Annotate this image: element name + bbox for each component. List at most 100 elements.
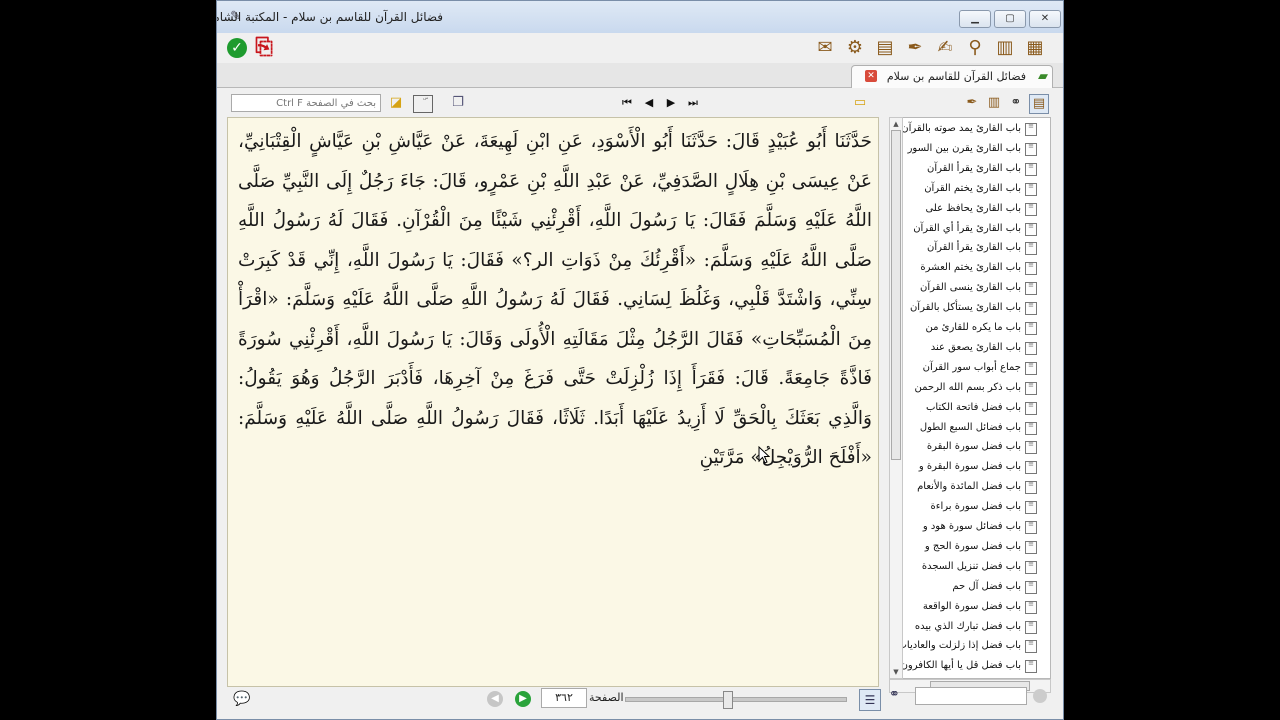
toc-item[interactable]: ≡ باب فضائل السبع الطول (903, 419, 1049, 439)
scroll-down-icon[interactable]: ▼ (890, 666, 902, 678)
toc-item[interactable]: ≡ باب القارئ يختم العشرة (903, 259, 1049, 279)
toc-item-label: باب فضل إذا زلزلت والعاديات (903, 640, 1021, 652)
gear-icon[interactable]: ⚙ (843, 36, 867, 60)
tab-close-icon[interactable]: ✕ (865, 70, 877, 82)
toc-item[interactable]: ≡ باب فضائل سورة هود و (903, 518, 1049, 538)
toc-item-label: باب فضل سورة البقرة (926, 441, 1021, 453)
toc-item-label: باب فضل قل يا أيها الكافرون (903, 660, 1021, 672)
back-button[interactable]: ◀ (487, 691, 503, 707)
document-icon: ≡ (1025, 202, 1037, 216)
toc-item[interactable]: ≡ باب فضل سورة الحج و (903, 538, 1049, 558)
page-slider[interactable] (625, 691, 847, 709)
toc-item[interactable]: ≡ باب فضل تنزيل السجدة (903, 558, 1049, 578)
status-bar: 💬 ◀ ▶ ٣٦٢ الصفحة ☰ (225, 687, 885, 717)
mail-icon[interactable]: ✉ (813, 36, 837, 60)
scroll-thumb[interactable] (891, 130, 901, 460)
open-book-icon[interactable]: ▥ (993, 36, 1017, 60)
quill-icon[interactable]: ✒ (963, 94, 981, 112)
document-icon: ≡ (1025, 123, 1037, 136)
tree-scrollbar[interactable]: ▲ ▼ (889, 117, 903, 679)
toc-item[interactable]: ≡ جماع أبواب سور القرآن (903, 359, 1049, 379)
next-page-icon[interactable]: ▶ (663, 95, 679, 111)
toc-item[interactable]: ≡ باب فضل سورة البقرة (903, 438, 1049, 458)
library-icon[interactable]: ▥ (985, 94, 1003, 112)
toc-item[interactable]: ≡ باب ذكر بسم الله الرحمن (903, 379, 1049, 399)
page-search-input[interactable]: بحث في الصفحة Ctrl F (231, 94, 381, 112)
toc-item[interactable]: ≡ باب فضل المائدة والأنعام (903, 478, 1049, 498)
toc-item[interactable]: ≡ باب القارئ يقرأ أي القرآن (903, 220, 1049, 240)
page-number-field[interactable]: ٣٦٢ (541, 688, 587, 708)
toc-item-label: باب فضل سورة البقرة و (918, 461, 1021, 473)
maximize-button[interactable]: ▢ (994, 10, 1026, 28)
document-icon: ≡ (1025, 262, 1037, 276)
scroll-up-icon[interactable]: ▲ (890, 118, 902, 130)
toc-item[interactable]: ≡ باب القارئ يحافظ على (903, 200, 1049, 220)
toc-search-input[interactable] (915, 687, 1027, 705)
document-icon: ≡ (1025, 580, 1037, 594)
document-icon: ≡ (1025, 461, 1037, 475)
toc-item[interactable]: ≡ باب القارئ يختم القرآن (903, 180, 1049, 200)
toc-item-label: باب القارئ يختم القرآن (924, 182, 1021, 194)
document-icon: ≡ (1025, 421, 1037, 435)
toc-item[interactable]: ≡ باب فضل سورة الواقعة (903, 598, 1049, 618)
copy-icon[interactable]: ❐ (449, 94, 467, 112)
mouse-cursor-icon (758, 446, 770, 464)
search-icon[interactable]: ⚲ (963, 36, 987, 60)
list-view-icon[interactable]: ☰ (859, 689, 881, 711)
forward-button[interactable]: ▶ (515, 691, 531, 707)
toc-item[interactable]: ≡ باب القارئ يصعق عند (903, 339, 1049, 359)
toc-item[interactable]: ≡ باب فضل تبارك الذي بيده (903, 618, 1049, 638)
toc-item[interactable]: ≡ باب ما يكره للقارئ من (903, 319, 1049, 339)
tree-view-icon[interactable]: ▤ (1029, 94, 1049, 114)
toc-item-label: باب فضائل السبع الطول (919, 421, 1021, 433)
check-icon[interactable]: ✓ (227, 38, 247, 58)
toc-item[interactable]: ≡ باب القارئ يقرن بين السور (903, 140, 1049, 160)
toc-item-label: باب ذكر بسم الله الرحمن (914, 381, 1021, 393)
last-page-icon[interactable]: ⏭ (685, 95, 701, 111)
page-text: حَدَّثَنَا أَبُو عُبَيْدٍ قَالَ: حَدَّثَ… (238, 131, 872, 468)
toc-item[interactable]: ≡ باب القارئ يستأكل بالقرآن (903, 299, 1049, 319)
toc-item[interactable]: ≡ باب فضل سورة براءة (903, 498, 1049, 518)
clear-search-icon[interactable] (1033, 689, 1047, 703)
toc-item-label: باب القارئ يقرأ القرآن (926, 162, 1021, 174)
toc-item-label: باب فضل فاتحة الكتاب (925, 401, 1021, 413)
search-binoculars-icon[interactable]: ⚭ (889, 687, 900, 702)
toc-item[interactable]: ≡ باب القارئ يمد صوته بالقرآن (903, 120, 1049, 140)
tab-book[interactable]: ▰ فضائل القرآن للقاسم بن سلام ✕ (851, 65, 1053, 88)
pdf-icon[interactable]: ⎘ (253, 36, 275, 60)
first-page-icon[interactable]: ⏮ (619, 95, 635, 111)
main-toolbar: ✓ ⎘ ✉ ⚙ ▤ ✒ ✍ ⚲ ▥ ▦ (217, 33, 1063, 63)
document-icon: ≡ (1025, 481, 1037, 495)
toc-item-label: باب القارئ يستأكل بالقرآن (909, 302, 1021, 314)
books-icon[interactable]: ▦ (1023, 36, 1047, 60)
comment-icon[interactable]: 💬 (233, 691, 250, 707)
document-icon: ≡ (1025, 242, 1037, 256)
toc-item[interactable]: ≡ باب فضل قل يا أيها الكافرون (903, 657, 1049, 677)
toc-item-label: باب القارئ يقرن بين السور (907, 142, 1021, 154)
toc-item[interactable]: ≡ باب فضل آل حم (903, 578, 1049, 598)
toc-item[interactable]: ≡ باب فضل فاتحة الكتاب (903, 399, 1049, 419)
toc-item[interactable]: ≡ باب القارئ يقرأ القرآن (903, 239, 1049, 259)
toc-item[interactable]: ≡ باب فضل إذا زلزلت والعاديات (903, 637, 1049, 657)
minimize-button[interactable]: ▁ (959, 10, 991, 28)
document-icon: ≡ (1025, 361, 1037, 375)
note-icon[interactable]: ◪ (387, 94, 405, 112)
toc-item[interactable]: ≡ باب القارئ ينسى القرآن (903, 279, 1049, 299)
new-folder-icon[interactable]: ▭ (851, 94, 869, 112)
document-icon: ≡ (1025, 182, 1037, 196)
toc-item-label: باب القارئ يحافظ على (925, 202, 1021, 214)
toc-item[interactable]: ≡ باب القارئ يقرأ القرآن (903, 160, 1049, 180)
previous-page-icon[interactable]: ◀ (641, 95, 657, 111)
tashkeel-toggle-icon[interactable]: ۜ (413, 95, 433, 113)
reader-toolbar: بحث في الصفحة Ctrl F ◪ ۜ ❐ ⏮ ◀ ▶ ⏭ ▭ (225, 89, 885, 117)
toc-item[interactable]: ≡ باب فضل سورة البقرة و (903, 458, 1049, 478)
binoculars-icon[interactable]: ⚭ (1007, 94, 1025, 112)
close-button[interactable]: ✕ (1029, 10, 1061, 28)
edit-icon[interactable]: ✍ (933, 36, 957, 60)
terminal-icon[interactable]: ▤ (873, 36, 897, 60)
document-icon: ≡ (1025, 501, 1037, 515)
book-page: حَدَّثَنَا أَبُو عُبَيْدٍ قَالَ: حَدَّثَ… (227, 117, 879, 687)
slider-thumb[interactable] (722, 691, 733, 709)
document-icon: ≡ (1025, 282, 1037, 296)
quill-icon[interactable]: ✒ (903, 36, 927, 60)
